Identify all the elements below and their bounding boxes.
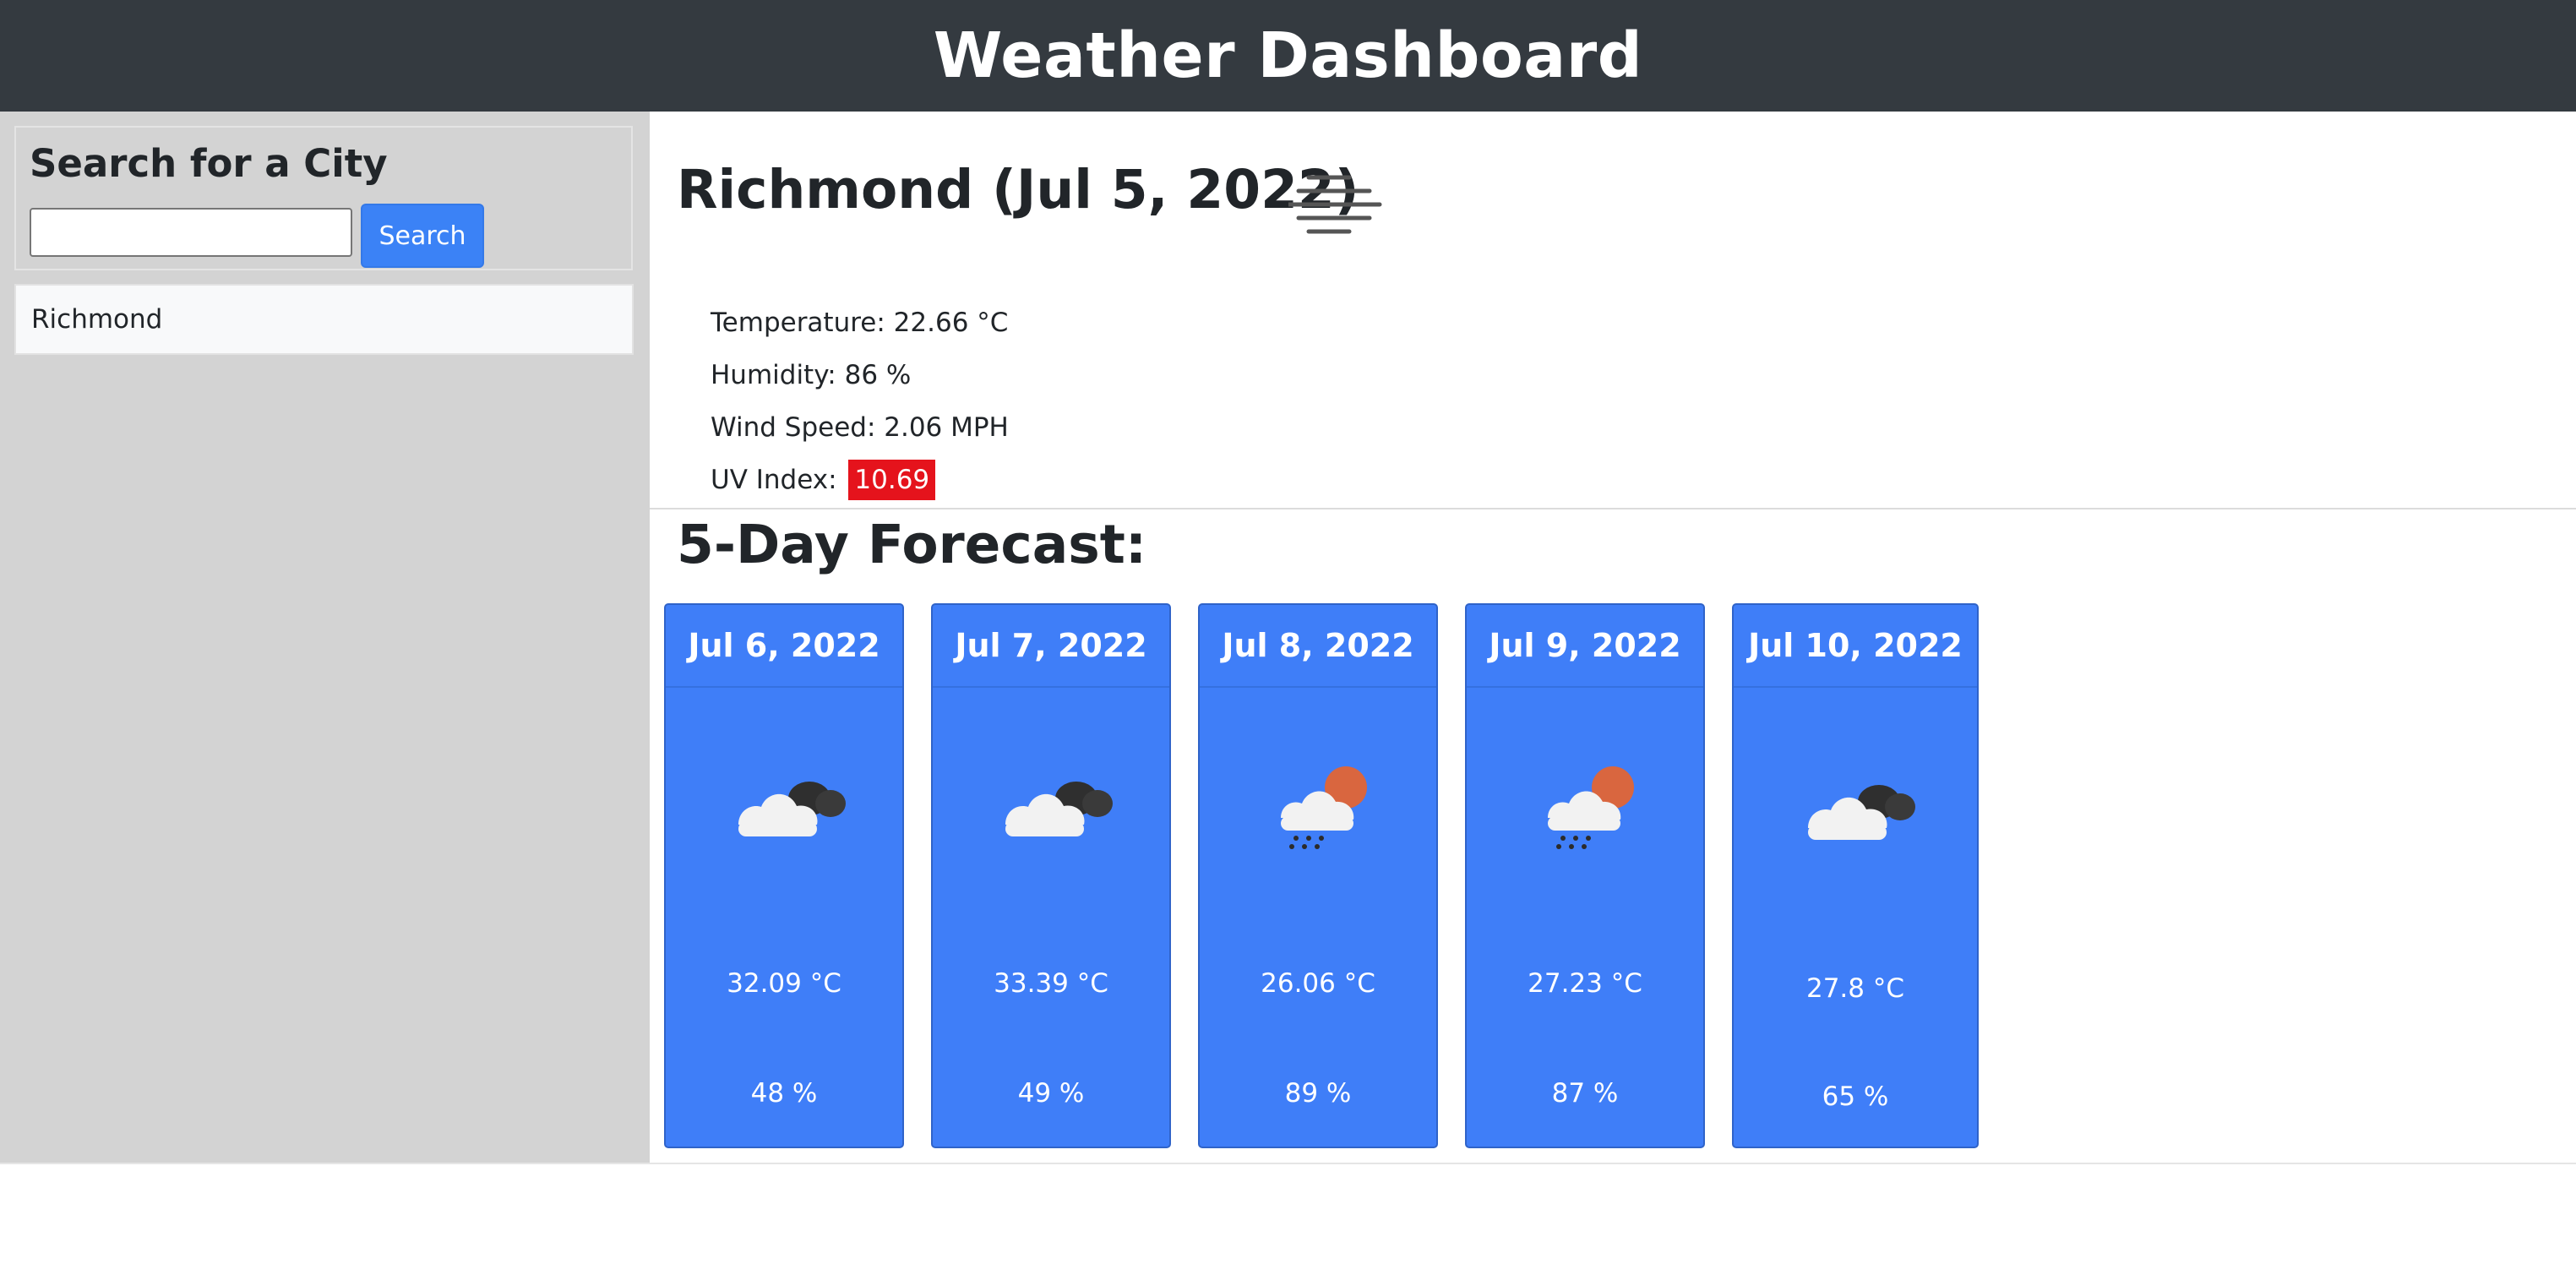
- forecast-temp: 27.8 °C: [1805, 973, 1905, 1004]
- forecast-date: Jul 8, 2022: [1200, 605, 1436, 688]
- cloudy-icon: [1808, 785, 1915, 840]
- forecast-card: Jul 6, 2022 32.09 °C 48 %: [664, 603, 904, 1148]
- cloudy-icon: [738, 782, 846, 836]
- forecast-title: 5-Day Forecast:: [677, 514, 1147, 575]
- uv-index-badge: 10.69: [848, 460, 936, 500]
- uv-index-label: UV Index:: [711, 465, 837, 495]
- app-header: Weather Dashboard: [0, 0, 2576, 112]
- section-divider: [650, 508, 2576, 509]
- search-button[interactable]: Search: [361, 204, 484, 268]
- forecast-card: Jul 8, 2022 26.06 °C 89 %: [1198, 603, 1438, 1148]
- search-panel: Search for a City Search: [14, 126, 633, 270]
- cloudy-icon: [1005, 782, 1113, 836]
- city-search-input[interactable]: [30, 208, 352, 257]
- forecast-card: Jul 7, 2022 33.39 °C 49 %: [931, 603, 1171, 1148]
- humidity-stat: Humidity: 86 %: [711, 360, 912, 390]
- forecast-temp: 33.39 °C: [994, 968, 1108, 999]
- current-city-title: Richmond (Jul 5, 2022): [677, 159, 1359, 221]
- main-content: Richmond (Jul 5, 2022) Temperature: 22.6…: [650, 112, 2576, 1163]
- wind-speed-stat: Wind Speed: 2.06 MPH: [711, 412, 1009, 443]
- forecast-humidity: 89 %: [1284, 1078, 1352, 1109]
- app-title: Weather Dashboard: [933, 19, 1643, 92]
- forecast-temp: 26.06 °C: [1261, 968, 1375, 999]
- forecast-humidity: 48 %: [750, 1078, 818, 1109]
- forecast-date: Jul 7, 2022: [933, 605, 1169, 688]
- forecast-date: Jul 9, 2022: [1467, 605, 1703, 688]
- forecast-card: Jul 10, 2022 27.8 °C 65 %: [1732, 603, 1979, 1148]
- search-title: Search for a City: [30, 141, 388, 186]
- history-item-richmond[interactable]: Richmond: [14, 284, 634, 355]
- forecast-humidity: 49 %: [1017, 1078, 1085, 1109]
- forecast-temp: 27.23 °C: [1528, 968, 1642, 999]
- sun-rain-icon: [1548, 766, 1634, 849]
- forecast-humidity: 87 %: [1551, 1078, 1619, 1109]
- sun-rain-icon: [1281, 766, 1367, 849]
- forecast-temp: 32.09 °C: [727, 968, 841, 999]
- sidebar: Search for a City Search Richmond: [0, 112, 650, 1163]
- uv-index-stat: UV Index: 10.69: [711, 460, 936, 500]
- forecast-date: Jul 10, 2022: [1734, 605, 1977, 688]
- forecast-humidity: 65 %: [1822, 1081, 1889, 1112]
- temperature-stat: Temperature: 22.66 °C: [711, 308, 1009, 338]
- forecast-card: Jul 9, 2022 27.23 °C 87 %: [1465, 603, 1705, 1148]
- page-bottom-divider: [0, 1163, 2576, 1164]
- forecast-date: Jul 6, 2022: [666, 605, 902, 688]
- mist-icon: [1288, 175, 1382, 234]
